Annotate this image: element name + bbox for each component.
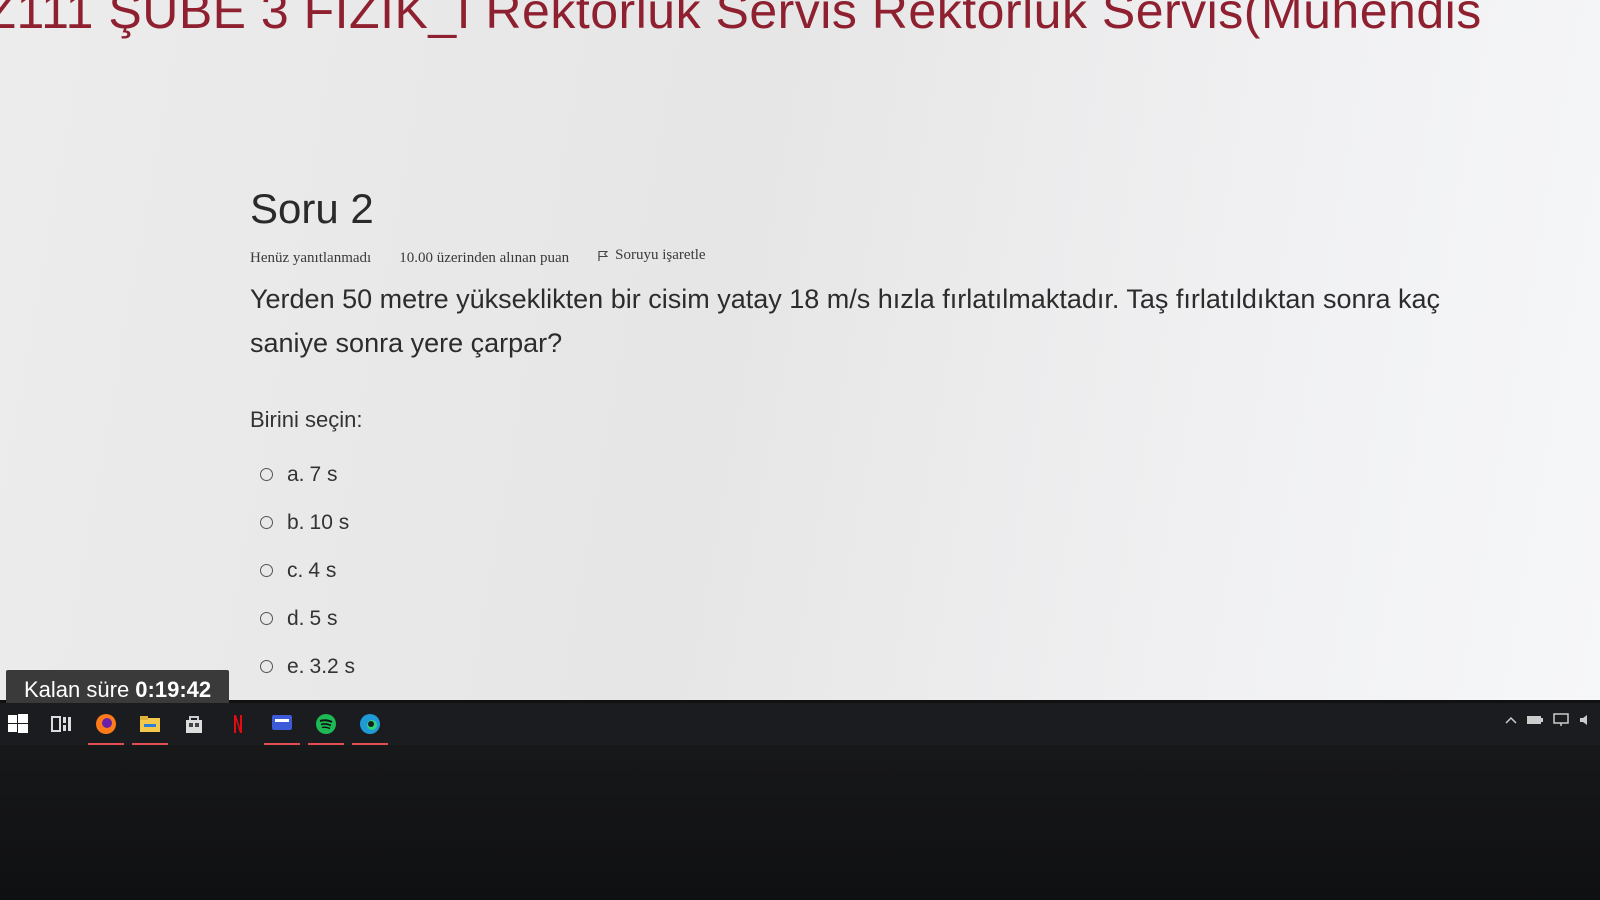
answer-option-a[interactable]: a. 7 s bbox=[260, 451, 1450, 499]
app-icon[interactable] bbox=[264, 708, 300, 746]
course-title: FIZ111 ŞUBE 3 FIZIK_I Rektorluk Servis R… bbox=[0, 0, 1482, 39]
question-title: Soru 2 bbox=[250, 185, 374, 232]
firefox-icon[interactable] bbox=[88, 708, 124, 746]
chevron-up-icon[interactable] bbox=[1504, 715, 1518, 725]
netflix-icon[interactable] bbox=[220, 708, 256, 740]
radio-button[interactable] bbox=[260, 564, 273, 577]
monitor-bezel bbox=[0, 745, 1600, 900]
option-letter: c. bbox=[287, 558, 304, 582]
question-points: 10.00 üzerinden alınan puan bbox=[399, 249, 570, 266]
option-letter: d. bbox=[287, 606, 305, 630]
answer-option-b[interactable]: b. 10 s bbox=[260, 499, 1450, 547]
flag-icon bbox=[598, 250, 609, 261]
option-letter: a. bbox=[287, 462, 305, 486]
answer-option-d[interactable]: d. 5 s bbox=[260, 595, 1450, 643]
question-block: Soru 2 Henüz yanıtlanmadı 10.00 üzerinde… bbox=[250, 185, 1450, 691]
system-tray bbox=[1504, 713, 1592, 727]
answer-prompt: Birini seçin: bbox=[250, 406, 363, 432]
volume-icon[interactable] bbox=[1578, 713, 1592, 727]
option-label: 10 s bbox=[309, 510, 350, 534]
battery-icon[interactable] bbox=[1526, 714, 1544, 726]
flag-question-link[interactable]: Soruyu işaretle bbox=[597, 247, 706, 264]
option-label: 7 s bbox=[309, 462, 338, 486]
spotify-icon[interactable] bbox=[308, 708, 344, 746]
task-view-icon[interactable] bbox=[44, 708, 80, 740]
taskbar bbox=[0, 703, 1600, 746]
question-status: Henüz yanıtlanmadı bbox=[250, 249, 372, 266]
option-label: 4 s bbox=[308, 558, 337, 582]
radio-button[interactable] bbox=[260, 660, 273, 673]
network-icon[interactable] bbox=[1552, 713, 1570, 727]
option-letter: e. bbox=[287, 654, 305, 678]
answer-option-c[interactable]: c. 4 s bbox=[260, 547, 1450, 595]
timer-value: 0:19:42 bbox=[135, 677, 212, 702]
edge-icon[interactable] bbox=[352, 708, 388, 746]
question-info: Henüz yanıtlanmadı 10.00 üzerinden alına… bbox=[250, 247, 1450, 267]
answer-options: a. 7 s b. 10 s c. 4 s d. 5 s e. 3.2 s bbox=[260, 451, 1450, 691]
radio-button[interactable] bbox=[260, 612, 273, 625]
file-explorer-icon[interactable] bbox=[132, 708, 168, 746]
radio-button[interactable] bbox=[260, 516, 273, 529]
flag-question-label: Soruyu işaretle bbox=[615, 247, 706, 263]
browser-viewport: FIZ111 ŞUBE 3 FIZIK_I Rektorluk Servis R… bbox=[0, 0, 1600, 700]
store-icon[interactable] bbox=[176, 708, 212, 740]
option-letter: b. bbox=[287, 510, 305, 534]
windows-start-icon[interactable] bbox=[0, 708, 36, 740]
timer-label: Kalan süre bbox=[24, 677, 136, 702]
radio-button[interactable] bbox=[260, 468, 273, 481]
option-label: 5 s bbox=[309, 606, 338, 630]
option-label: 3.2 s bbox=[309, 654, 356, 678]
answer-option-e[interactable]: e. 3.2 s bbox=[260, 643, 1450, 691]
question-text: Yerden 50 metre yükseklikten bir cisim y… bbox=[250, 283, 1441, 358]
